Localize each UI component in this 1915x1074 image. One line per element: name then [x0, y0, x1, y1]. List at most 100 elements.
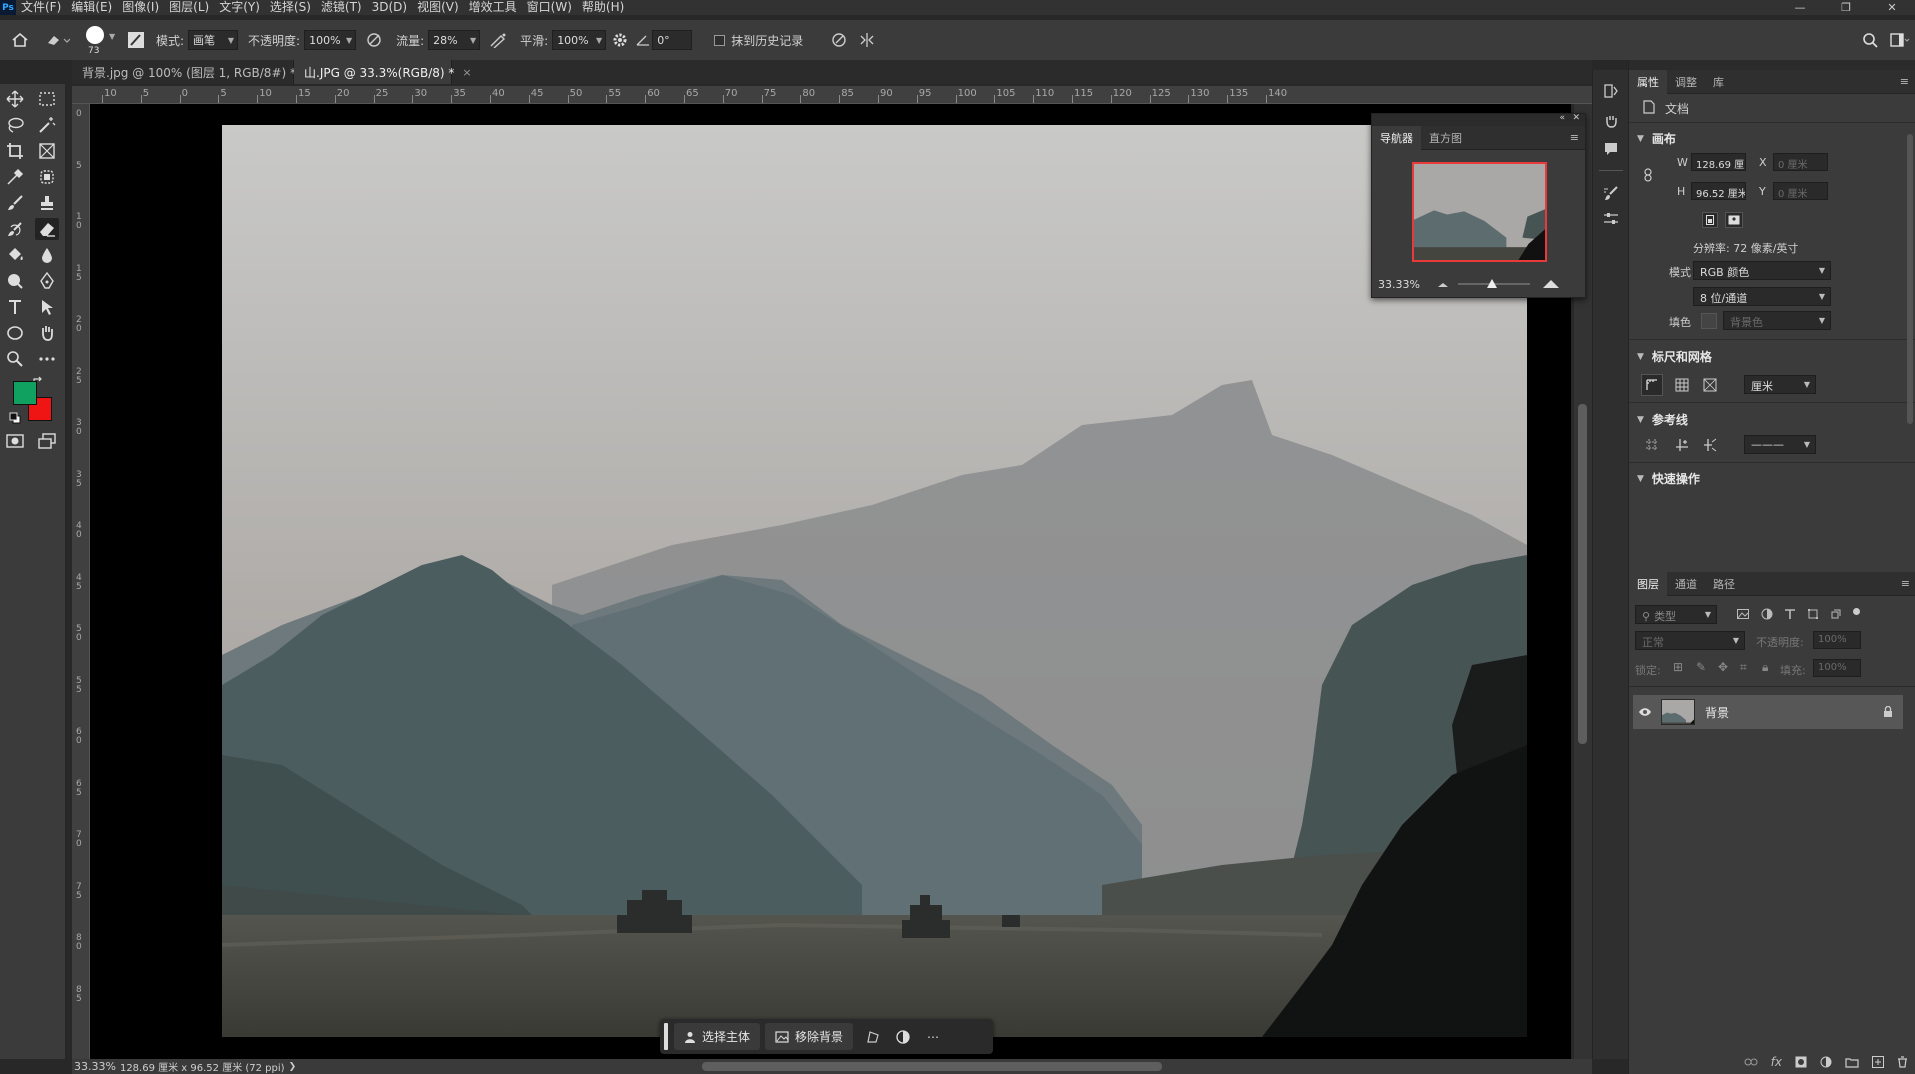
transform-icon[interactable]	[858, 1023, 888, 1050]
symmetry-icon[interactable]	[857, 32, 877, 48]
menu-plugins[interactable]: 增效工具	[464, 0, 522, 15]
menu-image[interactable]: 图像(I)	[117, 0, 164, 15]
pixel-grid-icon[interactable]	[1699, 374, 1721, 396]
layer-fill-input[interactable]: 100%	[1813, 659, 1861, 677]
horizontal-scrollbar-thumb[interactable]	[702, 1062, 1162, 1071]
guide-layout-icon[interactable]	[1699, 434, 1721, 456]
tab-channels[interactable]: 通道	[1667, 572, 1705, 596]
screen-mode-icon[interactable]	[35, 430, 59, 452]
adjustment-icon[interactable]	[888, 1023, 918, 1050]
layer-filter-select[interactable]: ⚲ 类型 ▼	[1635, 605, 1717, 624]
menu-help[interactable]: 帮助(H)	[577, 0, 629, 15]
canvas-section-header[interactable]: ▼ 画布	[1637, 130, 1676, 147]
eyedropper-tool-icon[interactable]	[3, 166, 27, 188]
path-selection-tool-icon[interactable]	[35, 296, 59, 318]
mode-select[interactable]: 画笔 ▼	[188, 30, 239, 50]
navigator-zoom-value[interactable]: 33.33%	[1378, 278, 1436, 291]
panel-menu-icon[interactable]: ≡	[1900, 75, 1909, 88]
tab-navigator[interactable]: 导航器	[1372, 125, 1421, 150]
ellipse-tool-icon[interactable]	[3, 322, 27, 344]
menu-type[interactable]: 文字(Y)	[214, 0, 265, 15]
eraser-tool-icon[interactable]	[35, 218, 59, 240]
tab-background-jpg[interactable]: 背景.jpg @ 100% (图层 1, RGB/8#) *×	[72, 60, 313, 84]
tab-histogram[interactable]: 直方图	[1421, 126, 1470, 150]
menu-edit[interactable]: 编辑(E)	[66, 0, 117, 15]
pressure-opacity-icon[interactable]	[356, 32, 392, 48]
lock-transparent-icon[interactable]: ⊞	[1673, 660, 1683, 674]
frame-tool-icon[interactable]	[35, 140, 59, 162]
filter-pixel-icon[interactable]	[1732, 603, 1754, 625]
drag-handle[interactable]	[664, 1023, 668, 1050]
tab-properties[interactable]: 属性	[1629, 69, 1667, 94]
crop-tool-icon[interactable]	[3, 140, 27, 162]
remove-background-button[interactable]: 移除背景	[765, 1023, 854, 1050]
brush-settings-icon[interactable]	[120, 31, 152, 49]
lock-all-icon[interactable]: 🔒︎	[1762, 660, 1768, 675]
filter-toggle-icon[interactable]	[1853, 608, 1860, 615]
menu-select[interactable]: 选择(S)	[265, 0, 316, 15]
scrollbar-thumb[interactable]	[1578, 404, 1587, 744]
foreground-color-swatch[interactable]	[13, 381, 37, 405]
menu-window[interactable]: 窗口(W)	[522, 0, 577, 15]
lock-artboard-icon[interactable]: ⌗	[1740, 660, 1747, 675]
guides-section-header[interactable]: ▼ 参考线	[1637, 411, 1688, 428]
airbrush-icon[interactable]	[480, 32, 516, 48]
new-group-icon[interactable]	[1845, 1057, 1859, 1068]
mountain-river-photo[interactable]	[222, 125, 1527, 1037]
blur-tool-icon[interactable]	[35, 244, 59, 266]
pen-tool-icon[interactable]	[35, 270, 59, 292]
blend-mode-select[interactable]: 正常 ▼	[1635, 631, 1745, 650]
default-colors-icon[interactable]	[9, 412, 21, 424]
menu-file[interactable]: 文件(F)	[16, 0, 66, 15]
history-checkbox[interactable]	[714, 34, 726, 46]
hand-panel-icon[interactable]	[1600, 110, 1622, 132]
status-menu-arrow[interactable]: ❯	[289, 1062, 297, 1072]
adjustment-layer-icon[interactable]	[1820, 1056, 1832, 1068]
hand-tool-icon[interactable]	[35, 322, 59, 344]
pressure-size-icon[interactable]	[821, 32, 857, 48]
guides-icon[interactable]	[1641, 434, 1663, 456]
ruler-units-select[interactable]: 厘米 ▼	[1744, 375, 1816, 394]
brush-tool-icon[interactable]	[3, 192, 27, 214]
width-input[interactable]: 128.69 厘	[1691, 153, 1746, 171]
move-tool-icon[interactable]	[3, 88, 27, 110]
menu-layer[interactable]: 图层(L)	[164, 0, 214, 15]
lasso-tool-icon[interactable]	[3, 114, 27, 136]
height-input[interactable]: 96.52 厘米	[1691, 182, 1746, 200]
angle-field[interactable]: 0°	[652, 30, 693, 50]
maximize-button[interactable]: ❐	[1823, 0, 1869, 15]
stamp-tool-icon[interactable]	[35, 192, 59, 214]
navigator-preview[interactable]	[1412, 162, 1547, 262]
new-layer-icon[interactable]	[1872, 1056, 1884, 1068]
panel-menu-icon[interactable]: ≡	[1901, 577, 1910, 590]
eye-icon[interactable]	[1633, 707, 1657, 717]
filter-shape-icon[interactable]	[1802, 603, 1824, 625]
color-mode-select[interactable]: RGB 颜色 ▼	[1693, 261, 1831, 280]
fx-icon[interactable]: fx	[1771, 1055, 1782, 1069]
panel-header[interactable]: « ✕	[1372, 113, 1585, 126]
zoom-out-icon[interactable]	[1436, 280, 1450, 288]
ruler-vertical[interactable]: 0 5 1 0 1 5 2 0 2 5 3 0 3 5 4 0 4 5 5 0 5 5 6 0 6 5 7 …	[72, 104, 90, 1059]
menu-filter[interactable]: 滤镜(T)	[316, 0, 367, 15]
x-input[interactable]: 0 厘米	[1773, 153, 1828, 171]
brush-settings-panel-icon[interactable]	[1600, 208, 1622, 230]
eraser-tool-preset-icon[interactable]	[40, 33, 76, 47]
brush-picker[interactable]: 73 ▼	[76, 22, 120, 58]
grid-icon[interactable]	[1671, 374, 1693, 396]
flow-field[interactable]: 28% ▼	[428, 30, 481, 50]
gear-icon[interactable]	[606, 32, 634, 48]
search-icon[interactable]	[1855, 32, 1885, 48]
bit-depth-select[interactable]: 8 位/通道 ▼	[1693, 287, 1831, 306]
filter-type-icon[interactable]	[1779, 603, 1801, 625]
dodge-tool-icon[interactable]	[3, 270, 27, 292]
rulers-grid-section-header[interactable]: ▼ 标尺和网格	[1637, 348, 1712, 365]
new-guide-icon[interactable]	[1671, 434, 1693, 456]
properties-scrollbar[interactable]	[1907, 134, 1913, 424]
brushes-panel-icon[interactable]	[1600, 182, 1622, 204]
more-options-button[interactable]: ⋯	[918, 1023, 948, 1050]
opacity-field[interactable]: 100% ▼	[304, 30, 357, 50]
canvas-area[interactable]	[90, 104, 1592, 1059]
tab-mountain-jpg[interactable]: 山.JPG @ 33.3%(RGB/8) * ×	[294, 60, 472, 84]
tab-libraries[interactable]: 库	[1705, 70, 1732, 94]
link-icon[interactable]	[1643, 168, 1653, 182]
